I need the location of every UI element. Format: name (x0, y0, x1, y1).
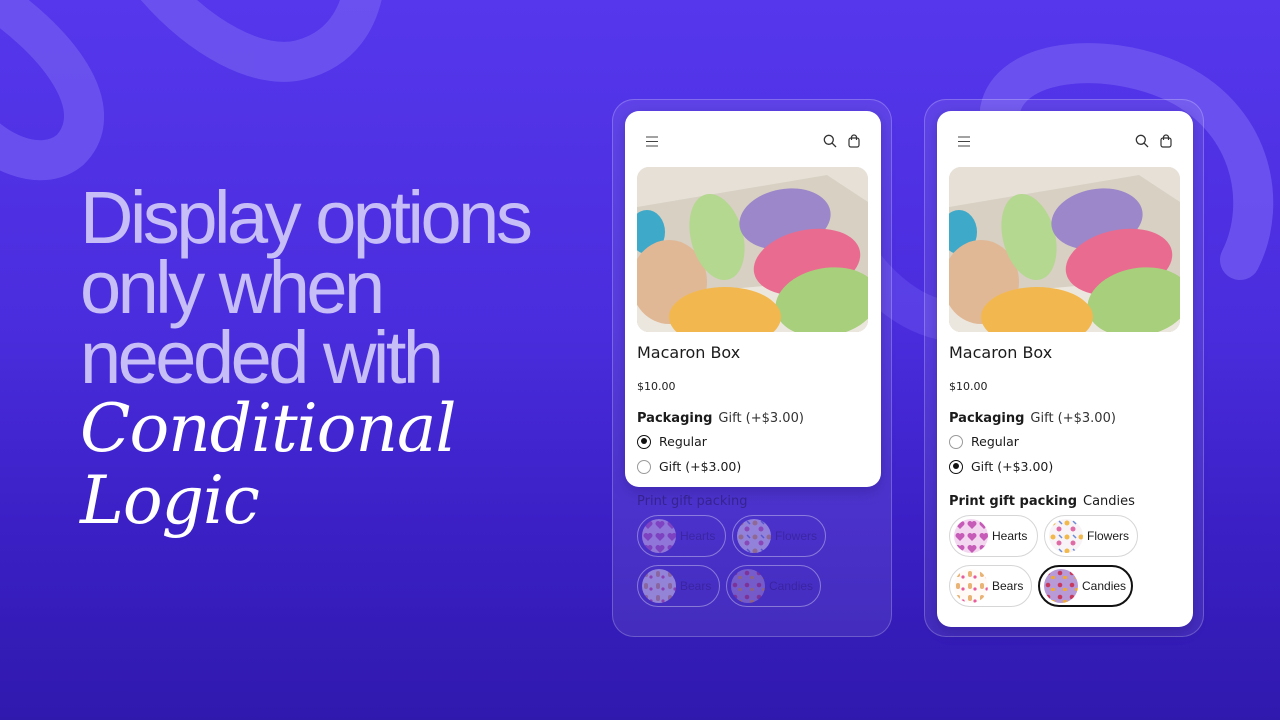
packaging-option-regular[interactable]: Regular (949, 434, 1019, 449)
top-bar (625, 111, 881, 171)
menu-button[interactable] (644, 133, 660, 149)
gift-print-selected-value: Candies (1083, 494, 1135, 509)
radio-button[interactable] (637, 459, 651, 474)
packaging-selected-value: Gift (+$3.00) (718, 411, 804, 426)
packaging-option-gift[interactable]: Gift (+$3.00) (637, 459, 741, 474)
product-price: $10.00 (949, 380, 988, 393)
swirl-left (0, 0, 105, 181)
gift-print-swatches: Hearts Flowers Bears Candies (637, 515, 877, 615)
shopping-bag-icon (848, 134, 860, 148)
swatch-label: Hearts (992, 529, 1028, 543)
headline-italic-1: Conditional (80, 390, 456, 467)
swatch-flowers[interactable]: Flowers (732, 515, 826, 557)
swatch-candies[interactable]: Candies (726, 565, 821, 607)
swatch-label: Bears (680, 579, 712, 593)
packaging-label: Packaging Gift (+$3.00) (637, 411, 804, 426)
headline-line-3: needed with (80, 316, 444, 399)
gift-print-title: Print gift packing (949, 494, 1077, 509)
menu-button[interactable] (956, 133, 972, 149)
top-bar (937, 111, 1193, 171)
headline: Display options only when needed with Co… (80, 176, 620, 539)
gift-print-section: Print gift packing Candies Hearts Flowers… (949, 494, 1189, 615)
swatch-label: Candies (769, 579, 814, 593)
option-label: Regular (659, 434, 707, 449)
gift-print-section-hidden: Print gift packing Hearts Flowers Bears … (637, 494, 877, 615)
swatch-flowers[interactable]: Flowers (1044, 515, 1138, 557)
phone-mockup-gift: Macaron Box $10.00 Packaging Gift (+$3.00… (924, 99, 1204, 637)
swatch-bears[interactable]: Bears (637, 565, 720, 607)
option-label: Regular (971, 434, 1019, 449)
product-title: Macaron Box (637, 343, 741, 362)
gift-print-swatches: Hearts Flowers Bears Candies (949, 515, 1189, 615)
swatch-bears[interactable]: Bears (949, 565, 1032, 607)
hearts-pattern-thumb (642, 519, 676, 553)
flowers-pattern-thumb (1049, 519, 1083, 553)
shopping-bag-icon (1160, 134, 1172, 148)
product-price: $10.00 (637, 380, 676, 393)
option-label: Gift (+$3.00) (971, 459, 1054, 474)
candies-pattern-thumb (1044, 569, 1078, 603)
bears-pattern-thumb (954, 569, 988, 603)
cart-button[interactable] (846, 133, 862, 149)
radio-button-checked[interactable] (637, 434, 651, 449)
packaging-option-regular[interactable]: Regular (637, 434, 707, 449)
menu-icon (646, 135, 658, 147)
bears-pattern-thumb (642, 569, 676, 603)
swatch-hearts[interactable]: Hearts (949, 515, 1038, 557)
packaging-label: Packaging Gift (+$3.00) (949, 411, 1116, 426)
flowers-pattern-thumb (737, 519, 771, 553)
search-icon (1135, 134, 1149, 148)
gift-print-label: Print gift packing (637, 494, 877, 509)
product-image (949, 167, 1180, 332)
swatch-label: Flowers (1087, 529, 1130, 543)
search-button[interactable] (1134, 133, 1150, 149)
swatch-label: Candies (1082, 579, 1127, 593)
packaging-title: Packaging (949, 411, 1025, 426)
product-image (637, 167, 868, 332)
swirl-top (140, 0, 382, 82)
product-card: Macaron Box $10.00 Packaging Gift (+$3.00… (625, 111, 881, 487)
gift-print-label: Print gift packing Candies (949, 494, 1189, 509)
swatch-label: Hearts (680, 529, 716, 543)
swatch-label: Flowers (775, 529, 818, 543)
headline-line-1: Display options (80, 176, 533, 259)
swatch-hearts[interactable]: Hearts (637, 515, 726, 557)
radio-button[interactable] (949, 434, 963, 449)
headline-italic-2: Logic (80, 462, 260, 539)
headline-line-2: only when (80, 246, 385, 329)
gift-print-title: Print gift packing (637, 494, 748, 509)
search-button[interactable] (822, 133, 838, 149)
cart-button[interactable] (1158, 133, 1174, 149)
candies-pattern-thumb (731, 569, 765, 603)
swatch-label: Bears (992, 579, 1024, 593)
packaging-selected-value: Gift (+$3.00) (1030, 411, 1116, 426)
option-label: Gift (+$3.00) (659, 459, 742, 474)
menu-icon (958, 135, 970, 147)
phone-mockup-regular: Macaron Box $10.00 Packaging Gift (+$3.00… (612, 99, 892, 637)
packaging-option-gift[interactable]: Gift (+$3.00) (949, 459, 1053, 474)
packaging-title: Packaging (637, 411, 713, 426)
swatch-candies-selected[interactable]: Candies (1038, 565, 1133, 607)
product-title: Macaron Box (949, 343, 1053, 362)
hearts-pattern-thumb (954, 519, 988, 553)
search-icon (823, 134, 837, 148)
radio-button-checked[interactable] (949, 459, 963, 474)
